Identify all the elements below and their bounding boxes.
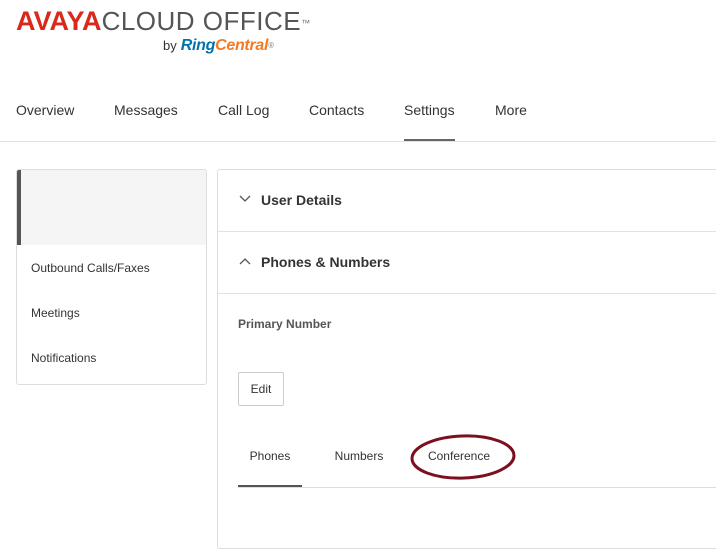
logo-by: by [163,38,177,53]
registered-mark: ® [268,41,274,50]
edit-button[interactable]: Edit [238,372,284,406]
nav-overview[interactable]: Overview [16,84,74,141]
nav-call-log[interactable]: Call Log [218,84,269,141]
tab-conference[interactable]: Conference [418,434,500,487]
tab-phones[interactable]: Phones [238,434,302,487]
sidebar-active-item[interactable] [17,170,206,245]
settings-sidebar: Outbound Calls/Faxes Meetings Notificati… [16,169,207,385]
nav-settings[interactable]: Settings [404,84,455,141]
chevron-down-icon [239,195,251,202]
sidebar-item-meetings[interactable]: Meetings [31,306,80,320]
ringcentral-logo: RingCentral® [181,37,274,54]
logo-brand: AVAYA [16,6,102,36]
settings-main-panel: User Details Phones & Numbers Primary Nu… [217,169,716,549]
logo-partner-part2: Central [215,37,269,54]
logo-partner-part1: Ring [180,37,216,54]
logo-byline: by RingCentral® [163,36,274,56]
nav-messages[interactable]: Messages [114,84,178,141]
primary-number-label: Primary Number [238,317,332,331]
section-phones-numbers[interactable]: Phones & Numbers [218,232,716,294]
nav-contacts[interactable]: Contacts [309,84,364,141]
section-title-user-details: User Details [261,192,342,208]
logo-product: CLOUD OFFICE [101,6,302,36]
tab-numbers[interactable]: Numbers [323,434,395,487]
nav-more[interactable]: More [495,84,527,141]
trademark-mark: ™ [301,18,311,28]
chevron-up-icon [239,258,251,265]
sidebar-item-outbound-calls-faxes[interactable]: Outbound Calls/Faxes [31,261,150,275]
section-title-phones-numbers: Phones & Numbers [261,254,391,270]
section-user-details[interactable]: User Details [218,170,716,232]
phones-numbers-tabs: Phones Numbers Conference [238,434,716,488]
avaya-cloud-office-logo: AVAYACLOUD OFFICE™ by RingCentral® [16,6,316,62]
sidebar-item-notifications[interactable]: Notifications [31,351,96,365]
top-navigation: Overview Messages Call Log Contacts Sett… [0,84,716,142]
